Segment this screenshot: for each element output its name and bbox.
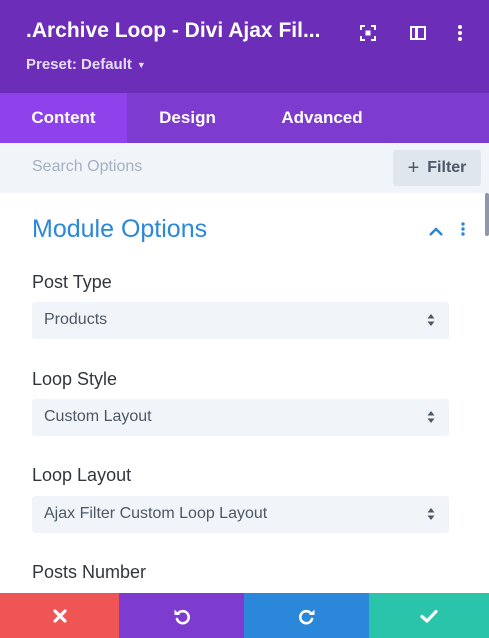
tab-bar: Content Design Advanced — [0, 93, 489, 143]
sidebar-toggle-icon[interactable] — [407, 22, 429, 44]
select-arrows-icon — [427, 507, 435, 526]
filter-button[interactable]: + Filter — [393, 150, 481, 186]
focus-icon[interactable] — [357, 22, 379, 44]
tab-design[interactable]: Design — [127, 93, 248, 143]
tab-content[interactable]: Content — [0, 93, 127, 143]
search-input[interactable]: Search Options — [32, 158, 142, 176]
modal-header: .Archive Loop - Divi Ajax Fil... Preset:… — [0, 0, 489, 93]
section-title[interactable]: Module Options — [32, 215, 207, 244]
discard-button[interactable] — [0, 593, 119, 638]
undo-icon — [174, 609, 190, 624]
post-type-label: Post Type — [32, 272, 112, 292]
preset-dropdown[interactable]: Preset: Default ▼ — [26, 56, 146, 73]
select-arrows-icon — [427, 313, 435, 332]
redo-button[interactable] — [244, 593, 369, 638]
scrollbar[interactable] — [485, 193, 489, 236]
undo-button[interactable] — [119, 593, 244, 638]
filter-label: Filter — [427, 159, 467, 176]
chevron-up-icon[interactable] — [428, 224, 444, 242]
loop-layout-label: Loop Layout — [32, 465, 132, 485]
post-type-value: Products — [44, 311, 108, 328]
plus-icon: + — [407, 156, 420, 179]
redo-icon — [298, 609, 314, 624]
loop-layout-select[interactable]: Ajax Filter Custom Loop Layout — [32, 496, 449, 533]
preset-label: Preset: Default — [26, 56, 132, 73]
tab-advanced[interactable]: Advanced — [248, 93, 396, 143]
module-title: .Archive Loop - Divi Ajax Fil... — [26, 19, 321, 42]
section-menu-icon[interactable] — [461, 222, 465, 241]
save-button[interactable] — [369, 593, 489, 638]
loop-style-select[interactable]: Custom Layout — [32, 399, 449, 436]
loop-style-value: Custom Layout — [44, 408, 152, 425]
post-type-select[interactable]: Products — [32, 302, 449, 339]
check-icon — [420, 609, 438, 623]
select-arrows-icon — [427, 410, 435, 429]
close-icon — [52, 608, 67, 623]
loop-style-label: Loop Style — [32, 369, 118, 389]
more-options-icon[interactable] — [449, 22, 471, 44]
loop-layout-value: Ajax Filter Custom Loop Layout — [44, 505, 268, 522]
caret-down-icon: ▼ — [136, 60, 146, 70]
posts-number-label: Posts Number — [32, 562, 147, 582]
action-bar — [0, 593, 489, 638]
